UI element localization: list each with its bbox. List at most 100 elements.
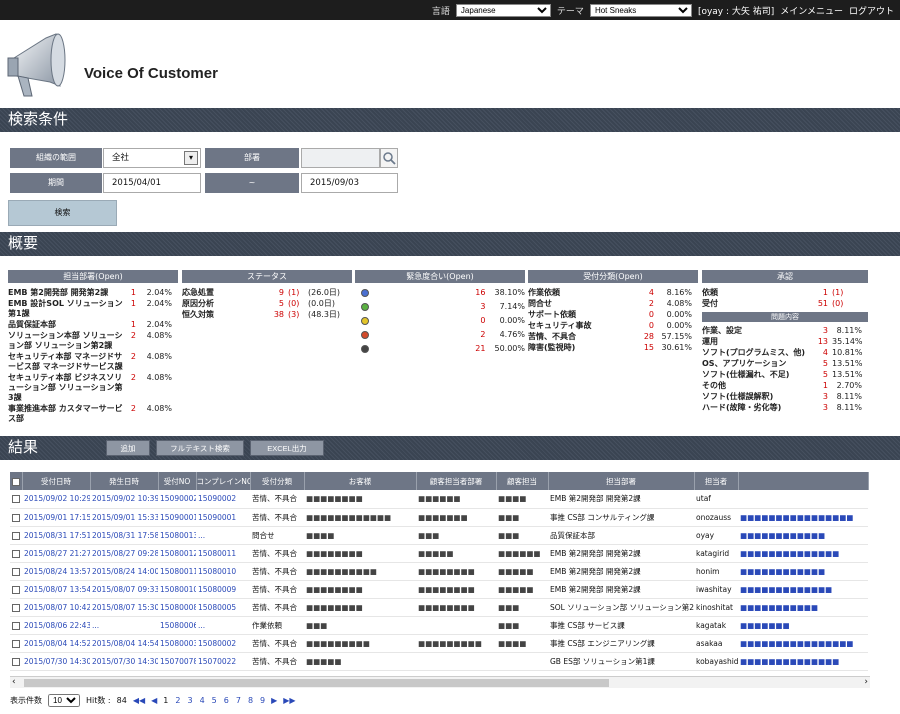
occurred-datetime-cell[interactable]: 2015/08/24 14:00: [90, 562, 158, 581]
status-row[interactable]: 恒久対策 38 (3) (48.3日): [182, 310, 352, 320]
reception-row[interactable]: セキュリティ事故 0 0.00%: [528, 321, 698, 331]
received-datetime-cell[interactable]: 2015/08/04 14:52: [22, 634, 90, 653]
problem-row[interactable]: ソフト(仕様誤解釈) 3 8.11%: [702, 392, 868, 402]
dept-row[interactable]: ソリューション本部 ソリューション部 ソリューション第2課 2 4.08%: [8, 331, 178, 351]
extra-cell[interactable]: ■■■■■■■■■■■■: [738, 526, 868, 545]
occurred-datetime-cell[interactable]: 2015/08/27 09:28: [90, 544, 158, 563]
page-number[interactable]: 7: [236, 696, 241, 705]
extra-cell[interactable]: [738, 490, 868, 509]
column-header[interactable]: コンプレインNO: [196, 472, 251, 490]
page-number[interactable]: 5: [212, 696, 217, 705]
reception-row[interactable]: 問合せ 2 4.08%: [528, 299, 698, 309]
dept-input[interactable]: [301, 148, 380, 168]
occurred-datetime-cell[interactable]: 2015/07/30 14:30: [90, 652, 158, 671]
occurred-datetime-cell[interactable]: 2015/09/01 15:33: [90, 508, 158, 527]
row-checkbox[interactable]: [12, 513, 20, 522]
column-header[interactable]: お客様: [304, 472, 417, 490]
row-checkbox-cell[interactable]: [10, 652, 22, 671]
extra-cell[interactable]: ■■■■■■■■■■■■■■: [738, 652, 868, 671]
table-row[interactable]: 2015/08/04 14:52 2015/08/04 14:54 15080003…: [10, 634, 868, 653]
approval-row[interactable]: 依頼 1 (1): [702, 288, 868, 298]
add-button[interactable]: 追加: [106, 440, 150, 456]
reception-row[interactable]: 作業依頼 4 8.16%: [528, 288, 698, 298]
row-checkbox-cell[interactable]: [10, 544, 22, 563]
table-row[interactable]: 2015/08/31 17:51 2015/08/31 17:58 15080013…: [10, 526, 868, 545]
logout-link[interactable]: ログアウト: [849, 4, 894, 17]
first-page-icon[interactable]: ◀◀: [133, 696, 145, 705]
select-all-checkbox[interactable]: [10, 472, 23, 490]
occurred-datetime-cell[interactable]: 2015/08/07 15:30: [90, 598, 158, 617]
table-row[interactable]: 2015/09/01 17:15 2015/09/01 15:33 15090001…: [10, 508, 868, 527]
problem-row[interactable]: OS、アプリケーション 5 13.51%: [702, 359, 868, 369]
received-datetime-cell[interactable]: 2015/09/02 10:29: [22, 490, 90, 509]
search-icon[interactable]: [380, 148, 398, 168]
complaint-no-cell[interactable]: 15080009: [196, 580, 250, 599]
page-number[interactable]: 8: [248, 696, 253, 705]
main-menu-link[interactable]: メインメニュー: [780, 4, 843, 17]
reception-no-cell[interactable]: 15090001: [158, 508, 196, 527]
row-checkbox[interactable]: [12, 567, 20, 576]
table-row[interactable]: 2015/07/30 14:30 2015/07/30 14:30 15070078…: [10, 652, 868, 671]
complaint-no-cell[interactable]: 15080002: [196, 634, 250, 653]
received-datetime-cell[interactable]: 2015/08/31 17:51: [22, 526, 90, 545]
reception-no-cell[interactable]: 15080011: [158, 562, 196, 581]
problem-row[interactable]: 運用 13 35.14%: [702, 337, 868, 347]
column-header[interactable]: 発生日時: [90, 472, 159, 490]
table-row[interactable]: 2015/08/27 21:27 2015/08/27 09:28 15080012…: [10, 544, 868, 563]
reception-row[interactable]: 苦情、不具合 28 57.15%: [528, 332, 698, 342]
problem-row[interactable]: ソフト(仕様漏れ、不足) 5 13.51%: [702, 370, 868, 380]
table-row[interactable]: 2015/08/06 22:43... 15080006... 作業依頼 ■■■ ■■■…: [10, 616, 868, 635]
fulltext-search-button[interactable]: フルテキスト検索: [156, 440, 244, 456]
row-checkbox-cell[interactable]: [10, 580, 22, 599]
row-checkbox-cell[interactable]: [10, 598, 22, 617]
page-number[interactable]: 4: [200, 696, 205, 705]
page-number[interactable]: 6: [224, 696, 229, 705]
row-checkbox[interactable]: [12, 603, 20, 612]
reception-no-cell[interactable]: 15080013: [158, 526, 196, 545]
per-page-select[interactable]: 10: [48, 694, 80, 707]
status-row[interactable]: 応急処置 9 (1) (26.0日): [182, 288, 352, 298]
status-row[interactable]: 原因分析 5 (0) (0.0日): [182, 299, 352, 309]
prev-page-icon[interactable]: ◀: [151, 696, 157, 705]
dept-row[interactable]: セキュリティ本部 マネージドサービス部 マネージドサービス課 2 4.08%: [8, 352, 178, 372]
complaint-no-cell[interactable]: 15090001: [196, 508, 250, 527]
page-number[interactable]: 2: [175, 696, 180, 705]
row-checkbox-cell[interactable]: [10, 490, 22, 509]
complaint-no-cell[interactable]: 15080005: [196, 598, 250, 617]
table-row[interactable]: 2015/09/02 10:29 2015/09/02 10:39 15090002…: [10, 490, 868, 509]
column-header[interactable]: 担当者: [694, 472, 739, 490]
reception-no-cell[interactable]: 15090002: [158, 490, 196, 509]
last-page-icon[interactable]: ▶▶: [283, 696, 295, 705]
received-datetime-cell[interactable]: 2015/08/24 13:57: [22, 562, 90, 581]
dept-row[interactable]: 事業推進本部 カスタマーサービス部 2 4.08%: [8, 404, 178, 424]
table-row[interactable]: 2015/08/24 13:57 2015/08/24 14:00 15080011…: [10, 562, 868, 581]
row-checkbox[interactable]: [12, 621, 20, 630]
next-page-icon[interactable]: ▶: [271, 696, 277, 705]
received-datetime-cell[interactable]: 2015/08/07 13:54: [22, 580, 90, 599]
reception-no-cell[interactable]: 15080010: [158, 580, 196, 599]
extra-cell[interactable]: ■■■■■■■■■■■: [738, 598, 868, 617]
extra-cell[interactable]: ■■■■■■■■■■■■■■■■: [738, 634, 868, 653]
received-datetime-cell[interactable]: 2015/08/27 21:27: [22, 544, 90, 563]
reception-no-cell[interactable]: 15080008: [158, 598, 196, 617]
column-header[interactable]: 顧客担当: [496, 472, 549, 490]
occurred-datetime-cell[interactable]: 2015/08/04 14:54: [90, 634, 158, 653]
column-header[interactable]: 受付NO: [158, 472, 197, 490]
urgency-row[interactable]: 21 50.00%: [355, 344, 525, 354]
reception-no-cell[interactable]: 15080006: [158, 616, 196, 635]
date-from-input[interactable]: 2015/04/01: [103, 173, 201, 193]
column-header[interactable]: 顧客担当者部署: [416, 472, 497, 490]
dept-row[interactable]: セキュリティ本部 ビジネスソリューション部 ソリューション第3課 2 4.08%: [8, 373, 178, 403]
urgency-row[interactable]: 0 0.00%: [355, 316, 525, 326]
extra-cell[interactable]: ■■■■■■■■■■■■■■■■: [738, 508, 868, 527]
row-checkbox[interactable]: [12, 657, 20, 666]
page-number[interactable]: 3: [187, 696, 192, 705]
row-checkbox[interactable]: [12, 495, 20, 504]
dept-row[interactable]: EMB 第2開発部 開発第2課 1 2.04%: [8, 288, 178, 298]
problem-row[interactable]: 作業、設定 3 8.11%: [702, 326, 868, 336]
urgency-row[interactable]: 16 38.10%: [355, 288, 525, 298]
dept-row[interactable]: EMB 設計SOL ソリューション第1課 1 2.04%: [8, 299, 178, 319]
complaint-no-cell[interactable]: 15070022: [196, 652, 250, 671]
received-datetime-cell[interactable]: 2015/08/07 10:42: [22, 598, 90, 617]
complaint-no-cell[interactable]: ...: [196, 616, 250, 635]
